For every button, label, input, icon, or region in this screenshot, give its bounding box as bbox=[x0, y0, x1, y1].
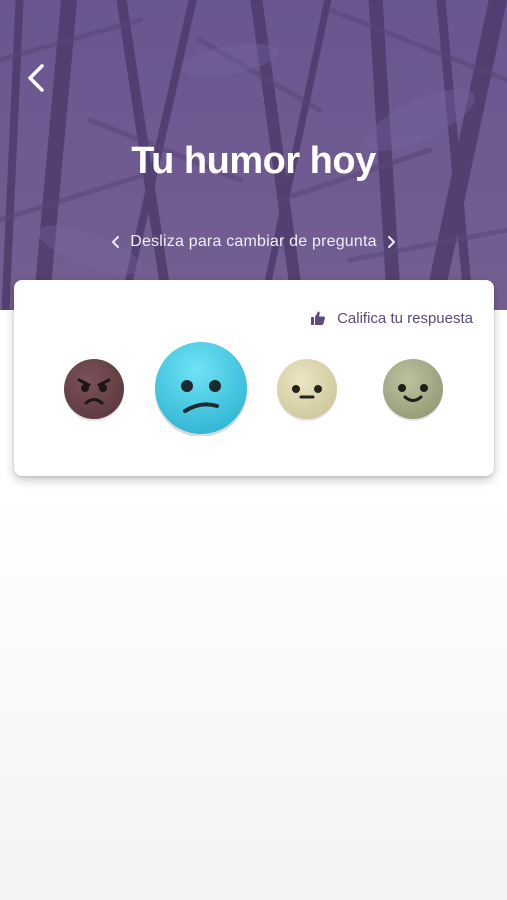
chevron-left-icon[interactable] bbox=[110, 235, 122, 249]
happy-face-icon bbox=[383, 359, 443, 421]
mood-option-happy[interactable] bbox=[381, 358, 445, 422]
mood-option-sad-selected[interactable] bbox=[153, 340, 249, 436]
sad-face-icon bbox=[155, 342, 247, 436]
swipe-hint-label: Desliza para cambiar de pregunta bbox=[130, 233, 377, 250]
thumbs-up-icon bbox=[311, 311, 326, 325]
chevron-left-icon bbox=[28, 64, 44, 92]
swipe-hint[interactable]: Desliza para cambiar de pregunta bbox=[0, 230, 507, 254]
mood-card: Califica tu respuesta bbox=[14, 280, 494, 476]
rate-answer-button[interactable]: Califica tu respuesta bbox=[310, 308, 473, 328]
angry-face-icon bbox=[64, 359, 124, 421]
neutral-face-icon bbox=[277, 359, 337, 421]
chevron-right-icon[interactable] bbox=[385, 235, 397, 249]
page-title: Tu humor hoy bbox=[131, 140, 376, 182]
mood-option-angry[interactable] bbox=[62, 358, 126, 422]
back-button[interactable] bbox=[20, 58, 56, 98]
rate-answer-label: Califica tu respuesta bbox=[337, 309, 473, 327]
header-banner: Tu humor hoy Desliza para cambiar de pre… bbox=[0, 0, 507, 310]
mood-option-neutral[interactable] bbox=[275, 358, 339, 422]
